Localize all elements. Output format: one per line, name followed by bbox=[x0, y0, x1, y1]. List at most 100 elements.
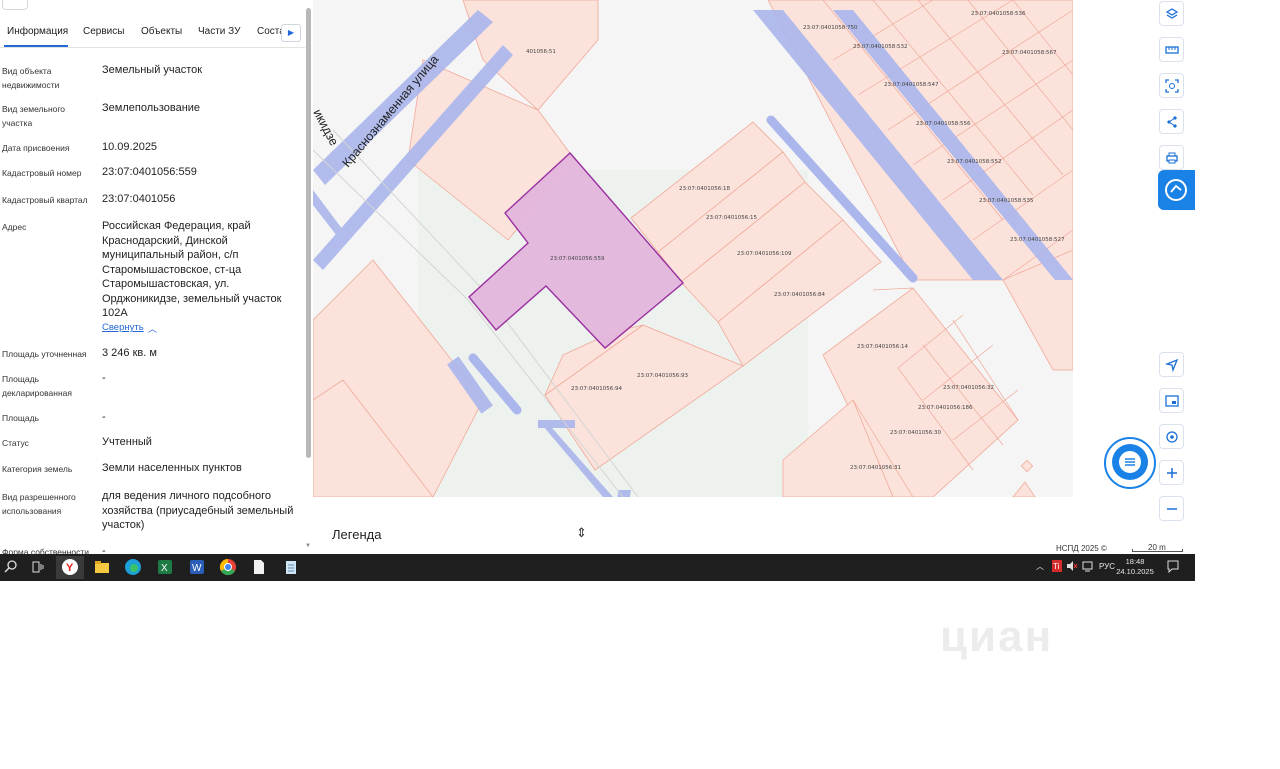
parcel-label: 23:07:0401058:552 bbox=[947, 159, 1002, 165]
value-land-type: Землепользование bbox=[102, 102, 201, 114]
chevron-up-icon[interactable]: ︿ bbox=[1036, 561, 1044, 572]
ruler-icon bbox=[1165, 46, 1179, 54]
parcel-label: 23:07:0401058:556 bbox=[916, 121, 971, 127]
document-icon[interactable] bbox=[250, 558, 268, 576]
volume-muted-icon[interactable] bbox=[1066, 560, 1078, 572]
active-tab-indicator bbox=[4, 45, 68, 47]
clock[interactable]: 18:48 24.10.2025 bbox=[1115, 557, 1155, 577]
parcel-label: 23:07:0401056:84 bbox=[774, 292, 826, 298]
area-select-button[interactable] bbox=[1159, 73, 1184, 98]
tabs-next-button[interactable]: ▶ bbox=[281, 24, 301, 42]
printer-icon bbox=[1166, 152, 1178, 164]
label-status: Статус bbox=[2, 438, 29, 448]
pin-button[interactable] bbox=[2, 0, 28, 10]
scrollbar-thumb[interactable] bbox=[306, 8, 311, 458]
minimap-button[interactable] bbox=[1159, 388, 1184, 413]
chevron-up-icon[interactable]: ︿ bbox=[148, 322, 157, 335]
my-location-button[interactable] bbox=[1159, 424, 1184, 449]
app-tray-icon[interactable]: Ti bbox=[1051, 559, 1063, 573]
svg-text:Ti: Ti bbox=[1053, 562, 1060, 571]
plus-icon bbox=[1167, 468, 1177, 478]
parcel-label: 23:07:0401058:527 bbox=[1010, 237, 1065, 243]
svg-text:X: X bbox=[161, 563, 168, 574]
parcel-label: 23:07:0401056:30 bbox=[890, 430, 942, 436]
map-attribution: НСПД 2025 © bbox=[1056, 544, 1107, 553]
label-object-type: Вид объекта недвижимости bbox=[2, 66, 60, 90]
edge-icon[interactable] bbox=[124, 558, 142, 576]
chat-assistant-icon bbox=[1165, 179, 1187, 201]
label-area-declared: Площадь декларированная bbox=[2, 374, 72, 398]
tab-services[interactable]: Сервисы bbox=[83, 26, 124, 37]
scroll-down-icon[interactable]: ▼ bbox=[305, 543, 311, 549]
zoom-in-button[interactable] bbox=[1159, 460, 1184, 485]
parcel-label: 23:07:0401056:18 bbox=[679, 186, 731, 192]
map-canvas[interactable]: 23:07:0401056:559 23:07:0401056:18 23:07… bbox=[313, 0, 1073, 497]
label-area: Площадь bbox=[2, 413, 40, 423]
parcel-label: 23:07:0401056:94 bbox=[571, 386, 623, 392]
parcel-label: 23:07:0401056:93 bbox=[637, 373, 689, 379]
sort-updown-icon[interactable]: ⇕ bbox=[576, 525, 587, 541]
parcel-label: 23:07:0401056:14 bbox=[857, 344, 909, 350]
parcel-label: 23:07:0401056:186 bbox=[918, 405, 973, 411]
label-area-refined: Площадь уточненная bbox=[2, 349, 87, 359]
minimap-icon bbox=[1165, 395, 1179, 407]
minus-icon bbox=[1167, 508, 1177, 510]
label-cadastral-number: Кадастровый номер bbox=[2, 168, 82, 178]
chat-fab-button[interactable] bbox=[1112, 444, 1148, 480]
tab-objects[interactable]: Объекты bbox=[141, 26, 182, 37]
print-button[interactable] bbox=[1159, 145, 1184, 170]
language-indicator[interactable]: РУС bbox=[1099, 562, 1115, 571]
tab-bar: Информация Сервисы Объекты Части ЗУ Сост… bbox=[0, 18, 305, 48]
file-explorer-icon[interactable] bbox=[93, 558, 111, 576]
parcel-label: 23:07:0401058:567 bbox=[1002, 50, 1057, 56]
layers-button[interactable] bbox=[1159, 1, 1184, 26]
parcel-label: 23:07:0401058:536 bbox=[971, 11, 1026, 17]
clock-date: 24.10.2025 bbox=[1116, 567, 1154, 576]
tab-information[interactable]: Информация bbox=[7, 26, 68, 37]
watermark: циан bbox=[940, 612, 1054, 661]
map-svg: 23:07:0401056:559 23:07:0401056:18 23:07… bbox=[313, 0, 1073, 497]
value-cadastral-quarter: 23:07:0401056 bbox=[102, 193, 176, 205]
location-pin-icon bbox=[1166, 431, 1178, 443]
chrome-icon[interactable] bbox=[219, 558, 237, 576]
clock-time: 18:48 bbox=[1125, 557, 1145, 566]
share-button[interactable] bbox=[1159, 109, 1184, 134]
notepad-icon[interactable] bbox=[282, 558, 300, 576]
word-icon[interactable]: W bbox=[188, 558, 206, 576]
value-area: - bbox=[102, 411, 106, 423]
label-permitted-use: Вид разрешенного использования bbox=[2, 492, 76, 516]
notification-icon[interactable] bbox=[1166, 559, 1180, 573]
svg-text:W: W bbox=[192, 563, 202, 574]
parcel-label: 23:07:0401058:535 bbox=[979, 198, 1034, 204]
ruler-button[interactable] bbox=[1159, 37, 1184, 62]
parcel-label: 23:07:0401058:547 bbox=[884, 82, 939, 88]
label-address: Адрес bbox=[2, 222, 27, 232]
search-icon[interactable] bbox=[2, 558, 20, 576]
info-panel: Информация Сервисы Объекты Части ЗУ Сост… bbox=[0, 0, 313, 555]
label-assignment-date: Дата присвоения bbox=[2, 143, 70, 153]
value-assignment-date: 10.09.2025 bbox=[102, 141, 158, 153]
zoom-out-button[interactable] bbox=[1159, 496, 1184, 521]
value-object-type: Земельный участок bbox=[102, 64, 203, 76]
network-icon[interactable] bbox=[1082, 560, 1094, 572]
excel-icon[interactable]: X bbox=[156, 558, 174, 576]
legend-panel[interactable]: Легенда ⇕ bbox=[313, 497, 603, 547]
task-view-icon[interactable] bbox=[30, 558, 48, 576]
navigation-arrow-icon bbox=[1165, 358, 1179, 372]
chat-list-icon bbox=[1119, 451, 1141, 473]
value-status: Учтенный bbox=[102, 436, 152, 448]
label-land-category: Категория земель bbox=[2, 464, 73, 474]
value-area-refined: 3 246 кв. м bbox=[102, 347, 157, 359]
parcel-label: 23:07:0401058:532 bbox=[853, 44, 908, 50]
share-icon bbox=[1167, 116, 1177, 128]
tab-land-parts[interactable]: Части ЗУ bbox=[198, 26, 240, 37]
area-search-icon bbox=[1165, 79, 1179, 93]
locate-button[interactable] bbox=[1159, 352, 1184, 377]
yandex-browser-icon[interactable]: Y bbox=[61, 558, 79, 576]
value-address: Российская Федерация, край Краснодарский… bbox=[102, 220, 282, 319]
collapse-link[interactable]: Свернуть bbox=[102, 322, 144, 333]
scale-bar bbox=[1132, 549, 1183, 552]
assistant-button[interactable] bbox=[1158, 170, 1195, 210]
parcel-label: 23:07:0401056:31 bbox=[850, 465, 901, 471]
parcel-label: 23:07:0401056:109 bbox=[737, 251, 792, 257]
